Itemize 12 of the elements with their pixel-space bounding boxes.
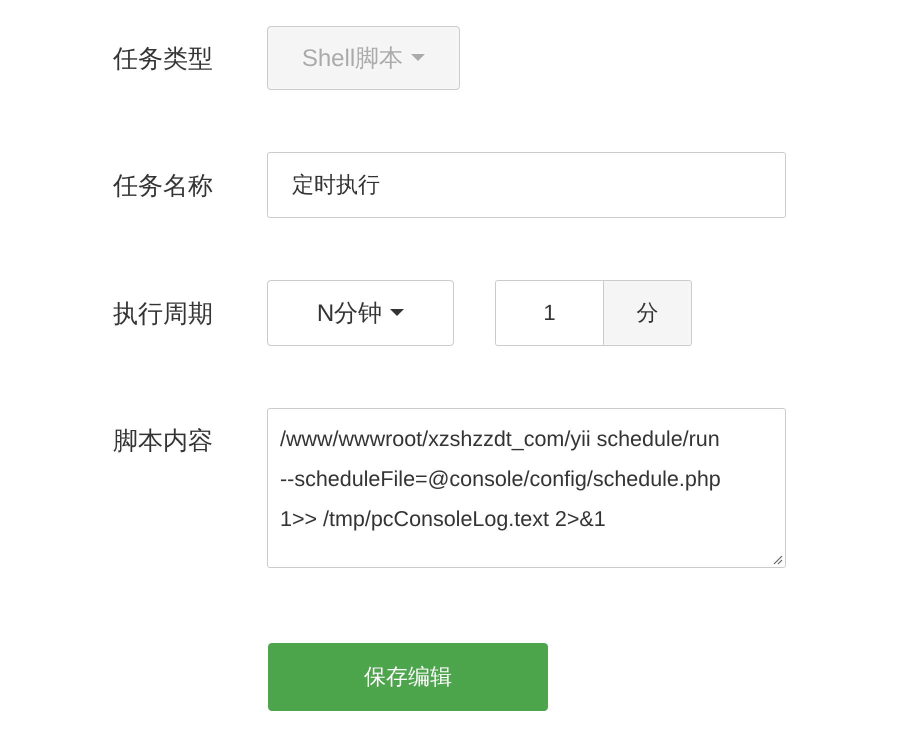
field-label: 任务类型 bbox=[113, 44, 214, 74]
script-field[interactable]: /www/wwwroot/xzshzzdt_com/yii schedule/run --scheduleFile=@console/config/schedule.php 1>> /tmp/pcConsoleLog.text 2>&1 bbox=[267, 408, 786, 568]
resize-grip-icon[interactable] bbox=[771, 553, 783, 565]
unit-addon: 分 bbox=[604, 280, 692, 346]
field-label: 任务名称 bbox=[113, 170, 214, 202]
period-dropdown[interactable]: N分钟 bbox=[267, 280, 454, 346]
caret-icon bbox=[390, 309, 404, 317]
name-input-field[interactable]: 定时执行 bbox=[267, 152, 786, 218]
field-label: 脚本内容 bbox=[113, 426, 214, 457]
field-label: 执行周期 bbox=[113, 298, 214, 330]
number-input-field[interactable]: 1 bbox=[495, 280, 604, 346]
caret-icon bbox=[411, 54, 426, 62]
